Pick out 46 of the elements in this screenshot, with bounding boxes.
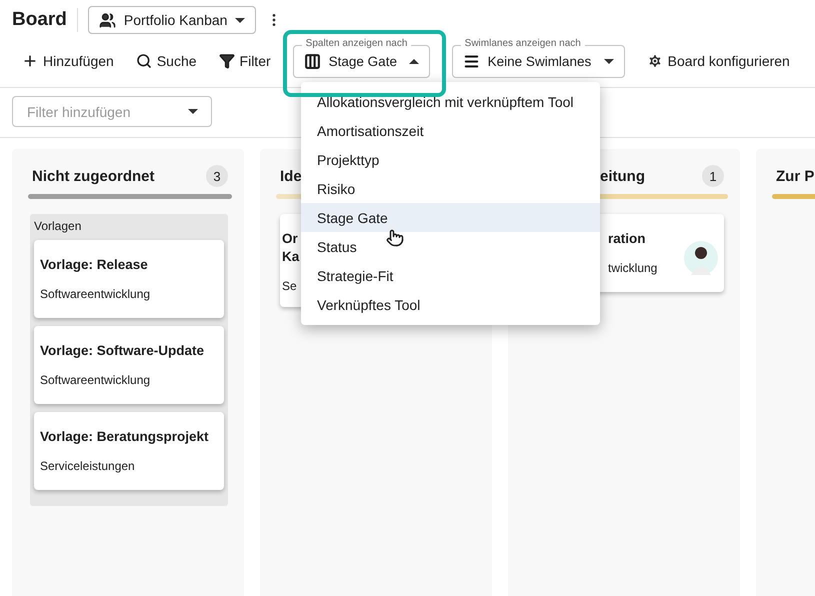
toolbar-button[interactable]: Suche bbox=[126, 47, 207, 75]
card-title: ration bbox=[608, 230, 646, 248]
card-subtitle: Se bbox=[282, 279, 297, 293]
count-badge: 3 bbox=[206, 165, 228, 187]
group-label: Vorlagen bbox=[34, 219, 82, 233]
menu-item[interactable]: Stage Gate bbox=[301, 203, 600, 232]
column-title: Nicht zugeordnet bbox=[32, 168, 154, 184]
menu-item[interactable]: Projekttyp bbox=[301, 145, 600, 174]
card-title: Vorlage: Software-Update bbox=[40, 342, 204, 360]
hand-cursor-icon bbox=[386, 229, 404, 247]
people-icon bbox=[98, 12, 116, 28]
filter-field[interactable]: Filter hinzufügen bbox=[12, 96, 212, 127]
select-label: Spalten anzeigen nach bbox=[302, 38, 412, 50]
settings-icon bbox=[646, 53, 663, 69]
card-subtitle: twicklung bbox=[608, 261, 658, 275]
toolbar-button[interactable]: Filter bbox=[208, 47, 281, 75]
card-title: Vorlage: Release bbox=[40, 256, 148, 274]
project-card[interactable]: Vorlage: Software-Update Softwareentwicklung bbox=[34, 326, 224, 404]
select-label: Swimlanes anzeigen nach bbox=[460, 38, 585, 50]
column-title: Ide bbox=[280, 168, 302, 184]
search-icon bbox=[136, 53, 152, 69]
menu-item[interactable]: Status bbox=[301, 232, 600, 261]
column-title: Zur P bbox=[776, 168, 814, 184]
rows-icon bbox=[462, 52, 480, 70]
project-card[interactable]: Vorlage: Release Softwareentwicklung bbox=[34, 240, 224, 318]
project-card[interactable]: Vorlage: Beratungsprojekt Serviceleistungen bbox=[34, 412, 224, 490]
filter-icon bbox=[218, 53, 235, 69]
menu-item[interactable]: Verknüpftes Tool bbox=[301, 290, 600, 319]
card-subtitle: Serviceleistungen bbox=[40, 459, 135, 473]
card-subtitle: Softwareentwicklung bbox=[40, 373, 150, 387]
menu-item[interactable]: Risiko bbox=[301, 174, 600, 203]
toolbar-button[interactable]: Hinzufügen bbox=[12, 47, 124, 75]
menu-item[interactable]: Allokationsvergleich mit verknüpftem Tool bbox=[301, 87, 600, 116]
count-badge: 1 bbox=[702, 165, 724, 187]
menu-item[interactable]: Amortisationszeit bbox=[301, 116, 600, 145]
menu-item[interactable]: Strategie-Fit bbox=[301, 261, 600, 290]
caret-icon bbox=[188, 109, 198, 114]
add-icon bbox=[22, 53, 38, 69]
configure-button[interactable]: Board konfigurieren bbox=[636, 47, 800, 75]
column-title: eitung bbox=[600, 168, 645, 184]
card-title: Or Ka bbox=[282, 230, 300, 266]
board-title: Board bbox=[12, 8, 78, 32]
card-title: Vorlage: Beratungsprojekt bbox=[40, 428, 209, 446]
card-subtitle: Softwareentwicklung bbox=[40, 287, 150, 301]
columns-icon bbox=[304, 52, 321, 70]
view-select[interactable]: Portfolio Kanban bbox=[88, 6, 256, 34]
